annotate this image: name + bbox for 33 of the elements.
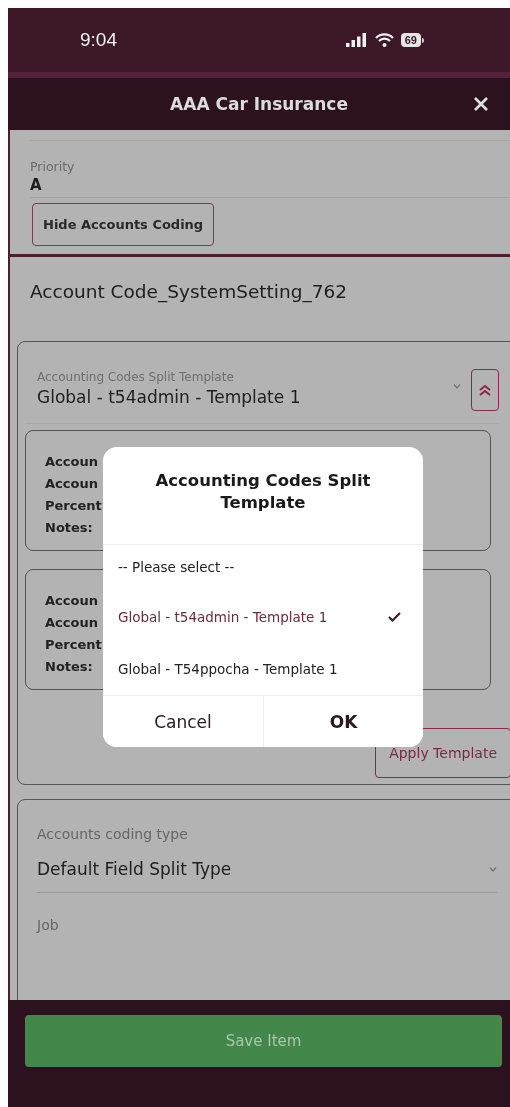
option-item[interactable]: Global - T54ppocha - Template 1	[103, 643, 423, 695]
field-label: Accounting Codes Split Template	[37, 370, 235, 384]
collapse-button[interactable]	[471, 369, 499, 411]
ok-button[interactable]: OK	[263, 696, 423, 747]
field-label: Priority	[30, 159, 76, 174]
dropdown-icon	[489, 865, 497, 873]
screen-title: AAA Car Insurance	[170, 94, 348, 114]
dialog-title: Accounting Codes Split Template	[103, 447, 423, 545]
close-icon[interactable]	[474, 97, 488, 111]
split-field-label: Percent	[45, 497, 102, 515]
field-value: A	[30, 176, 43, 194]
dropdown-icon[interactable]	[453, 382, 461, 390]
chevron-icon	[478, 383, 492, 397]
coding-type-select[interactable]: Default Field Split Type	[37, 842, 497, 893]
clock-time: 9:04	[80, 29, 117, 51]
option-item[interactable]: Global - t54admin - Template 1	[103, 591, 423, 643]
split-field-label: Accoun	[45, 453, 98, 471]
field-value: Global - t54admin - Template 1	[37, 387, 302, 407]
section-title: Account Code_SystemSetting_762	[29, 280, 348, 305]
check-icon	[388, 612, 401, 622]
field-label: Job	[37, 917, 60, 933]
split-field-label: Percent	[45, 636, 102, 654]
split-field-label: Accoun	[45, 592, 98, 610]
wifi-icon	[374, 33, 394, 47]
signal-icon	[345, 33, 368, 47]
option-item[interactable]: -- Please select --	[103, 545, 423, 591]
split-field-label: Accoun	[45, 614, 98, 632]
split-field-label: Notes:	[45, 519, 93, 537]
split-field-label: Notes:	[45, 658, 93, 676]
split-field-label: Accoun	[45, 475, 98, 493]
hide-coding-button[interactable]: Hide Accounts Coding	[32, 203, 215, 246]
battery-level: 69	[400, 33, 421, 47]
field-label: Accounts coding type	[37, 826, 189, 842]
